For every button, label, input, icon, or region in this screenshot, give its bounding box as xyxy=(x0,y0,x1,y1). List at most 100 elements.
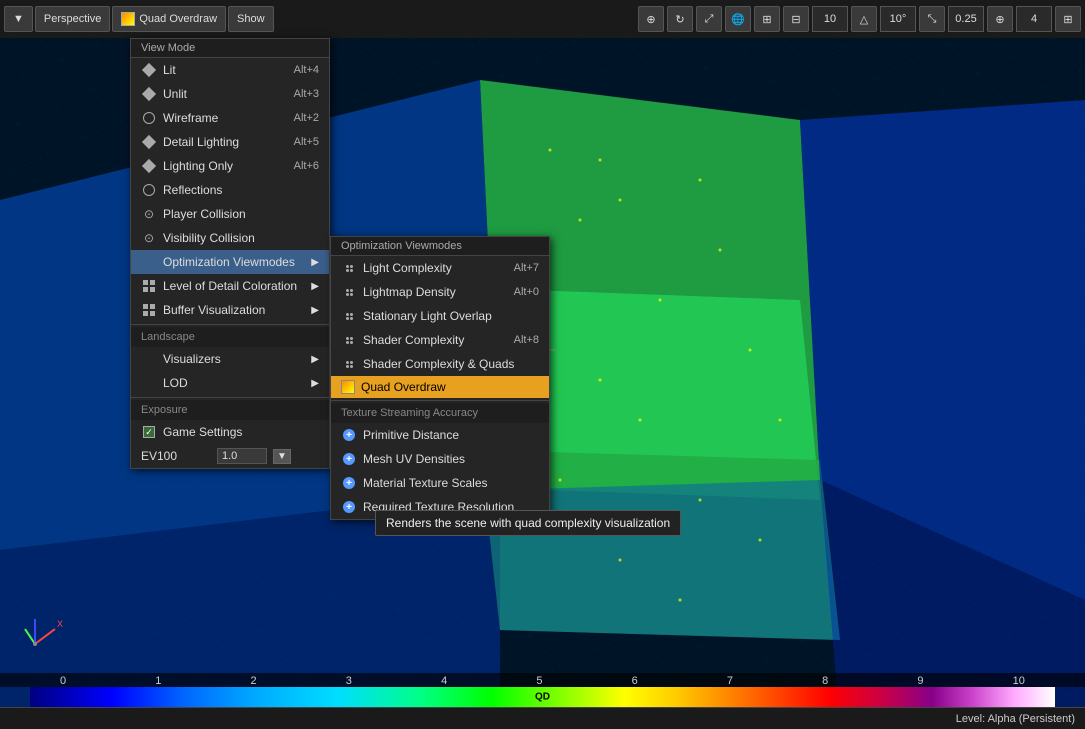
menu-item-unlit[interactable]: Unlit Alt+3 xyxy=(131,82,329,106)
colorbar-label-1: 1 xyxy=(155,675,161,687)
visualizers-arrow-icon: ▶ xyxy=(311,354,319,365)
ev100-label: EV100 xyxy=(141,449,201,463)
colorbar-labels: 0 1 2 3 4 5 6 7 8 9 10 xyxy=(0,673,1085,687)
menu-item-lit[interactable]: Lit Alt+4 xyxy=(131,58,329,82)
menu-item-lighting-only[interactable]: Lighting Only Alt+6 xyxy=(131,154,329,178)
transform-button[interactable]: ⊕ xyxy=(638,6,664,32)
dropdown-arrow-icon: ▼ xyxy=(13,13,24,25)
world-button[interactable]: 🌐 xyxy=(725,6,751,32)
colorbar-od-label: QD xyxy=(535,692,550,703)
reflections-icon xyxy=(141,182,157,198)
axis-indicator: X xyxy=(20,609,70,659)
menu-item-buffer-viz[interactable]: Buffer Visualization ▶ xyxy=(131,298,329,322)
menu-item-primitive-distance[interactable]: + Primitive Distance xyxy=(331,423,549,447)
grid-snap-button[interactable]: ⊟ xyxy=(783,6,809,32)
colorbar-gradient: QD xyxy=(30,687,1055,707)
exposure-header: Exposure xyxy=(131,400,329,420)
menu-item-light-complexity[interactable]: Light Complexity Alt+7 xyxy=(331,256,549,280)
menu-item-player-collision[interactable]: ⊙ Player Collision xyxy=(131,202,329,226)
colorbar-label-2: 2 xyxy=(251,675,257,687)
buffer-submenu-arrow-icon: ▶ xyxy=(311,305,319,316)
opt-menu-header: Optimization Viewmodes xyxy=(331,237,549,256)
perspective-button[interactable]: Perspective xyxy=(35,6,110,32)
player-collision-icon: ⊙ xyxy=(141,206,157,222)
unlit-icon xyxy=(141,86,157,102)
ev100-row: EV100 ▼ xyxy=(131,444,329,468)
lod-landscape-icon xyxy=(141,375,157,391)
menu-item-game-settings[interactable]: ✓ Game Settings xyxy=(131,420,329,444)
mesh-uv-icon: + xyxy=(341,451,357,467)
menu-item-lod-coloration[interactable]: Level of Detail Coloration ▶ xyxy=(131,274,329,298)
menu-item-stationary-light[interactable]: Stationary Light Overlap xyxy=(331,304,549,328)
colorbar-label-4: 4 xyxy=(441,675,447,687)
toolbar: ▼ Perspective Quad Overdraw Show ⊕ ↻ ⤢ 🌐… xyxy=(0,0,1085,38)
required-texture-icon: + xyxy=(341,499,357,515)
light-complexity-icon xyxy=(341,260,357,276)
menu-item-lightmap-density[interactable]: Lightmap Density Alt+0 xyxy=(331,280,549,304)
buffer-viz-icon xyxy=(141,302,157,318)
rotate-button[interactable]: ↻ xyxy=(667,6,693,32)
material-texture-icon: + xyxy=(341,475,357,491)
optimization-icon xyxy=(141,254,157,270)
menu-item-detail-lighting[interactable]: Detail Lighting Alt+5 xyxy=(131,130,329,154)
show-button[interactable]: Show xyxy=(228,6,274,32)
viewmode-menu-header: View Mode xyxy=(131,39,329,58)
menu-item-visualizers[interactable]: Visualizers ▶ xyxy=(131,347,329,371)
colorbar: QD xyxy=(0,687,1085,707)
scale-value[interactable]: 0.25 xyxy=(948,6,984,32)
colorbar-label-7: 7 xyxy=(727,675,733,687)
colorbar-label-9: 9 xyxy=(917,675,923,687)
menu-item-mesh-uv[interactable]: + Mesh UV Densities xyxy=(331,447,549,471)
settings-button[interactable]: ⊞ xyxy=(1055,6,1081,32)
menu-item-quad-overdraw[interactable]: Quad Overdraw xyxy=(331,376,549,398)
lod-icon xyxy=(141,278,157,294)
perspective-label: Perspective xyxy=(44,13,101,25)
menu-item-shader-complexity[interactable]: Shader Complexity Alt+8 xyxy=(331,328,549,352)
menu-item-wireframe[interactable]: Wireframe Alt+2 xyxy=(131,106,329,130)
colorbar-label-0: 0 xyxy=(60,675,66,687)
grid-value[interactable]: 10 xyxy=(812,6,848,32)
layers-button[interactable]: ⊕ xyxy=(987,6,1013,32)
bottom-bar: 0 1 2 3 4 5 6 7 8 9 10 QD Level: Alpha (… xyxy=(0,673,1085,729)
viewport-menu-button[interactable]: ▼ xyxy=(4,6,33,32)
viewmode-label: Quad Overdraw xyxy=(139,13,217,25)
expand-button[interactable]: ⤡ xyxy=(919,6,945,32)
texture-header: Texture Streaming Accuracy xyxy=(331,403,549,423)
lit-icon xyxy=(141,62,157,78)
menu-item-reflections[interactable]: Reflections xyxy=(131,178,329,202)
viewmode-icon xyxy=(121,12,135,26)
menu-item-shader-complexity-quads[interactable]: Shader Complexity & Quads xyxy=(331,352,549,376)
snap-value[interactable]: 10° xyxy=(880,6,916,32)
menu-container: View Mode Lit Alt+4 Unlit Alt+3 Wirefram… xyxy=(130,38,330,469)
scale-button-icon[interactable]: ⤢ xyxy=(696,6,722,32)
ev100-slider[interactable]: ▼ xyxy=(273,449,291,464)
landscape-header: Landscape xyxy=(131,327,329,347)
menu-item-material-texture[interactable]: + Material Texture Scales xyxy=(331,471,549,495)
detail-lighting-icon xyxy=(141,134,157,150)
submenu-arrow-icon: ▶ xyxy=(311,257,319,268)
lighting-only-icon xyxy=(141,158,157,174)
angle-snap-button[interactable]: △ xyxy=(851,6,877,32)
visualizers-icon xyxy=(141,351,157,367)
lightmap-density-icon xyxy=(341,284,357,300)
viewmode-menu: View Mode Lit Alt+4 Unlit Alt+3 Wirefram… xyxy=(130,38,330,469)
wireframe-icon xyxy=(141,110,157,126)
menu-item-visibility-collision[interactable]: ⊙ Visibility Collision xyxy=(131,226,329,250)
quad-overdraw-icon xyxy=(341,380,355,394)
colorbar-label-10: 10 xyxy=(1013,675,1025,687)
colorbar-label-6: 6 xyxy=(632,675,638,687)
lod-submenu-arrow-icon: ▶ xyxy=(311,281,319,292)
surface-button[interactable]: ⊞ xyxy=(754,6,780,32)
level-status: Level: Alpha (Persistent) xyxy=(956,713,1075,725)
layer-count[interactable]: 4 xyxy=(1016,6,1052,32)
menu-item-optimization[interactable]: Optimization Viewmodes ▶ xyxy=(131,250,329,274)
shader-complexity-icon xyxy=(341,332,357,348)
ev100-input[interactable] xyxy=(217,448,267,464)
checkbox-icon: ✓ xyxy=(141,424,157,440)
lod-landscape-arrow-icon: ▶ xyxy=(311,378,319,389)
colorbar-label-5: 5 xyxy=(536,675,542,687)
viewmode-button[interactable]: Quad Overdraw xyxy=(112,6,226,32)
svg-text:X: X xyxy=(57,619,63,629)
menu-item-lod[interactable]: LOD ▶ xyxy=(131,371,329,395)
show-label: Show xyxy=(237,13,265,25)
